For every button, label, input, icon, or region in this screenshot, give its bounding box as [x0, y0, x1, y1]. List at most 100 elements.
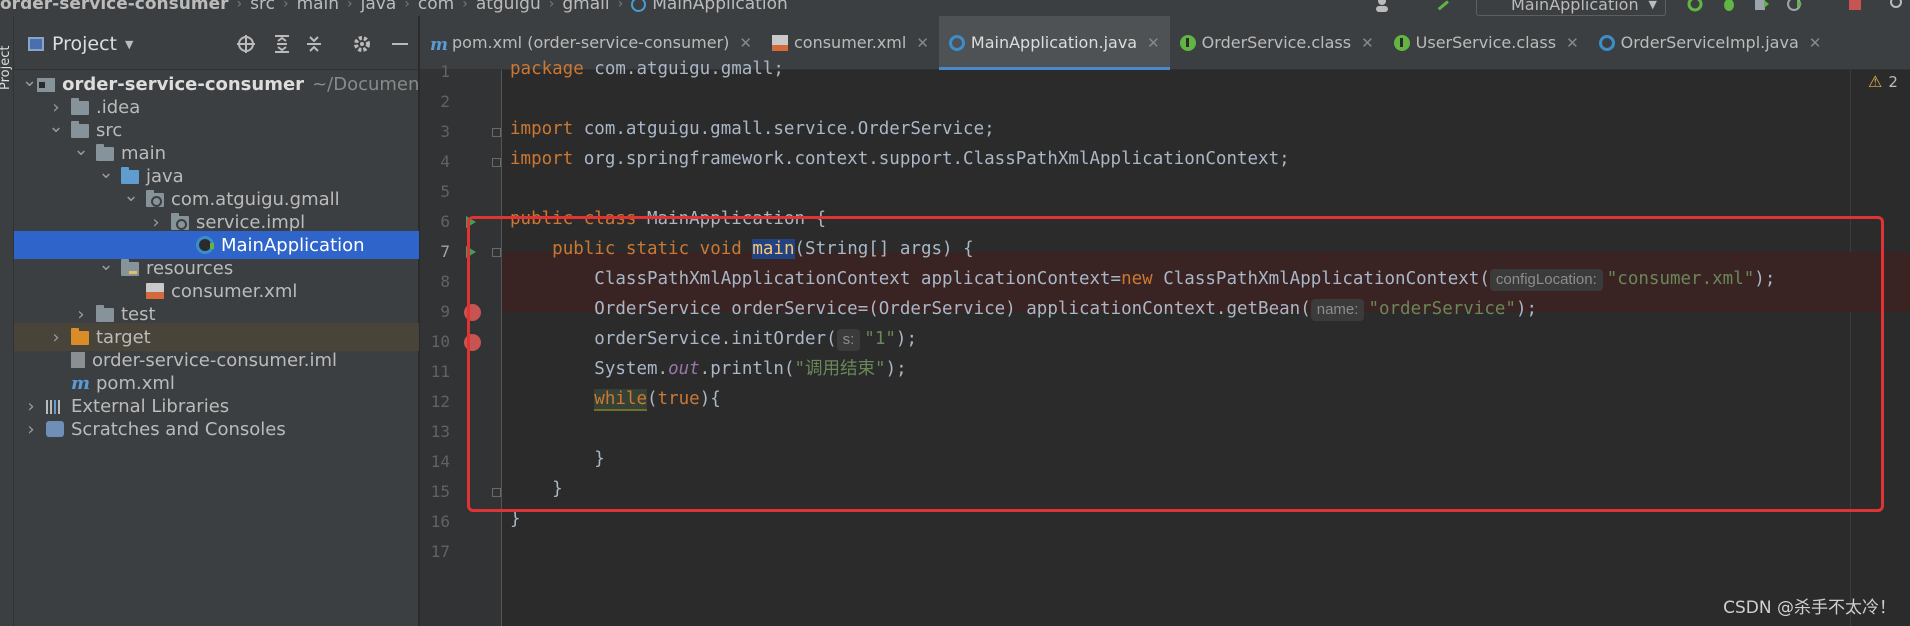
parameter-hint: configLocation:: [1489, 269, 1603, 291]
chevron-right-icon[interactable]: ›: [22, 396, 40, 417]
java-class-icon: [196, 236, 214, 254]
breadcrumb-item[interactable]: com: [418, 0, 454, 14]
folder-icon: [96, 305, 114, 322]
fold-marker-icon[interactable]: [492, 488, 501, 497]
code-line-7[interactable]: public static void main(String[] args) {: [510, 234, 974, 264]
tree-node[interactable]: › Scratches and Consoles: [14, 415, 419, 443]
tree-node-label: resources: [146, 257, 234, 279]
rerun-icon[interactable]: [1686, 0, 1704, 12]
gear-icon[interactable]: [352, 34, 372, 54]
maven-file-icon: m: [430, 34, 448, 55]
project-panel: Project ▼ ⌄ order-service-consumer ~/Docum…: [14, 16, 419, 626]
code-line-9[interactable]: OrderService orderService=(OrderService)…: [510, 294, 1537, 324]
chevron-down-icon[interactable]: ⌄: [97, 254, 115, 275]
code-editor[interactable]: 1 2 3 4 5 6 7 8 9 10 11 12 13 14 15 16 17 package com.at…: [420, 59, 1910, 626]
parameter-hint: name:: [1310, 299, 1365, 321]
run-configuration-selector[interactable]: MainApplication ▼: [1476, 0, 1666, 16]
chevron-down-icon[interactable]: ⌄: [22, 70, 37, 91]
line-number: 11: [430, 362, 450, 381]
chevron-right-icon[interactable]: ›: [47, 327, 65, 348]
chevron-right-icon[interactable]: ›: [47, 97, 65, 118]
code-line-3[interactable]: import com.atguigu.gmall.service.OrderSe…: [510, 114, 995, 144]
iml-file-icon: [71, 352, 85, 368]
close-icon[interactable]: ✕: [1147, 34, 1160, 52]
breadcrumb-item[interactable]: order-service-consumer: [0, 0, 229, 14]
coverage-icon[interactable]: [1752, 0, 1770, 12]
breadcrumb-separator-icon: ›: [548, 0, 555, 12]
scratches-icon: [46, 421, 64, 437]
breadcrumb-item[interactable]: atguigu: [476, 0, 541, 14]
code-line-8[interactable]: ClassPathXmlApplicationContext applicati…: [510, 264, 1775, 294]
chevron-down-icon[interactable]: ⌄: [122, 185, 140, 206]
editor-gutter[interactable]: 1 2 3 4 5 6 7 8 9 10 11 12 13 14 15 16 17: [420, 62, 502, 626]
editor-tab[interactable]: MainApplication.java ✕: [938, 15, 1170, 70]
chevron-right-icon[interactable]: ›: [22, 419, 40, 440]
code-line-14[interactable]: }: [510, 444, 605, 474]
tab-label: consumer.xml: [793, 33, 907, 52]
line-number: 1: [440, 62, 450, 81]
expand-all-icon[interactable]: [272, 34, 292, 54]
main-method-name: main: [752, 239, 795, 259]
maven-file-icon: m: [71, 372, 91, 394]
project-tool-tab[interactable]: Project: [0, 46, 13, 90]
hide-panel-icon[interactable]: [390, 34, 410, 54]
run-gutter-icon[interactable]: [466, 216, 476, 228]
chevron-right-icon[interactable]: ›: [72, 304, 90, 325]
chevron-down-icon[interactable]: ⌄: [47, 116, 65, 137]
close-icon[interactable]: ✕: [1566, 34, 1579, 52]
breadcrumb-item[interactable]: main: [297, 0, 339, 14]
fold-marker-icon[interactable]: [492, 158, 501, 167]
tree-node-label: src: [96, 119, 123, 141]
code-line-15[interactable]: }: [510, 474, 563, 504]
locate-file-icon[interactable]: [236, 34, 256, 54]
breadcrumb-item[interactable]: src: [250, 0, 275, 14]
line-number: 10: [430, 332, 450, 351]
fold-marker-icon[interactable]: [492, 128, 501, 137]
build-hammer-icon[interactable]: [1434, 0, 1452, 12]
chevron-down-icon[interactable]: ⌄: [72, 139, 90, 160]
code-line-10[interactable]: orderService.initOrder(s: "1");: [510, 324, 917, 354]
debug-icon[interactable]: [1720, 0, 1738, 12]
breakpoint-icon[interactable]: [464, 304, 481, 321]
chevron-right-icon[interactable]: ›: [147, 212, 165, 233]
close-icon[interactable]: ✕: [916, 34, 929, 52]
stop-icon[interactable]: [1846, 0, 1864, 12]
tree-node-label: target: [96, 326, 151, 348]
breadcrumb-separator-icon: ›: [236, 0, 243, 12]
line-number: 9: [440, 302, 450, 321]
run-gutter-icon[interactable]: [466, 246, 476, 258]
breadcrumb-item[interactable]: MainApplication: [652, 0, 788, 14]
code-line-11[interactable]: System.out.println("调用结束");: [510, 354, 906, 384]
code-line-12[interactable]: while(true){: [510, 384, 721, 414]
chevron-down-icon[interactable]: ⌄: [97, 162, 115, 183]
editor-tab[interactable]: consumer.xml ✕: [762, 16, 939, 70]
code-line-16[interactable]: }: [510, 504, 521, 534]
editor-tab[interactable]: OrderService.class ✕: [1170, 16, 1384, 70]
user-icon[interactable]: [1374, 0, 1392, 12]
tree-node-label: main: [121, 142, 166, 164]
module-icon: [37, 78, 56, 92]
editor-tab[interactable]: OrderServiceImpl.java ✕: [1589, 16, 1832, 70]
close-icon[interactable]: ✕: [1809, 34, 1822, 52]
close-icon[interactable]: ✕: [1361, 34, 1374, 52]
tab-label: MainApplication.java: [970, 33, 1138, 52]
search-icon[interactable]: [1888, 0, 1906, 12]
close-icon[interactable]: ✕: [739, 34, 752, 52]
tree-node-label: Scratches and Consoles: [71, 418, 286, 440]
line-number: 13: [430, 422, 450, 441]
code-line-1[interactable]: package com.atguigu.gmall;: [510, 54, 784, 84]
project-view-selector[interactable]: Project ▼: [28, 33, 133, 55]
xml-file-icon: [146, 283, 164, 299]
inspection-warnings[interactable]: ⚠ 2: [1868, 72, 1898, 91]
breakpoint-icon[interactable]: [464, 334, 481, 351]
code-line-6[interactable]: public class MainApplication {: [510, 204, 826, 234]
line-number: 5: [440, 182, 450, 201]
fold-marker-icon[interactable]: [492, 248, 501, 257]
breadcrumb-item[interactable]: java: [361, 0, 397, 14]
collapse-all-icon[interactable]: [304, 34, 324, 54]
line-number: 2: [440, 92, 450, 111]
profile-icon[interactable]: [1786, 0, 1804, 12]
code-line-4[interactable]: import org.springframework.context.suppo…: [510, 144, 1290, 174]
breadcrumb-item[interactable]: gmall: [562, 0, 609, 14]
editor-tab[interactable]: UserService.class ✕: [1384, 16, 1589, 70]
